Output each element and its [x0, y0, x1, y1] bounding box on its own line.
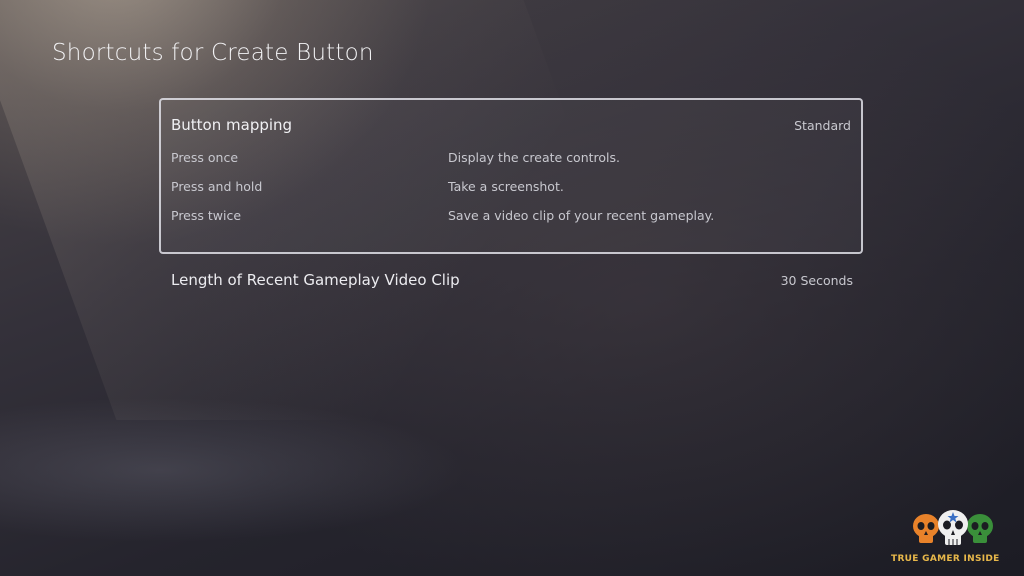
true-gamer-inside-logo: TRUE GAMER INSIDE — [888, 508, 1020, 568]
clip-length-label: Length of Recent Gameplay Video Clip — [171, 271, 460, 289]
skulls-logo-icon — [913, 510, 993, 545]
clip-length-value: 30 Seconds — [780, 273, 853, 288]
mapping-action: Press twice — [171, 208, 242, 223]
button-mapping-setting[interactable]: Button mapping Standard Press once Displ… — [159, 98, 863, 254]
mapping-action: Press and hold — [171, 179, 263, 194]
page-title: Shortcuts for Create Button — [52, 40, 374, 66]
mapping-result: Display the create controls. — [448, 150, 621, 165]
mapping-result: Save a video clip of your recent gamepla… — [448, 208, 715, 223]
clip-length-setting[interactable]: Length of Recent Gameplay Video Clip 30 … — [159, 262, 863, 302]
button-mapping-value: Standard — [794, 118, 851, 133]
button-mapping-label: Button mapping — [171, 116, 293, 134]
watermark-text: TRUE GAMER INSIDE — [891, 554, 1000, 564]
mapping-result: Take a screenshot. — [448, 179, 564, 194]
mapping-action: Press once — [171, 150, 239, 165]
